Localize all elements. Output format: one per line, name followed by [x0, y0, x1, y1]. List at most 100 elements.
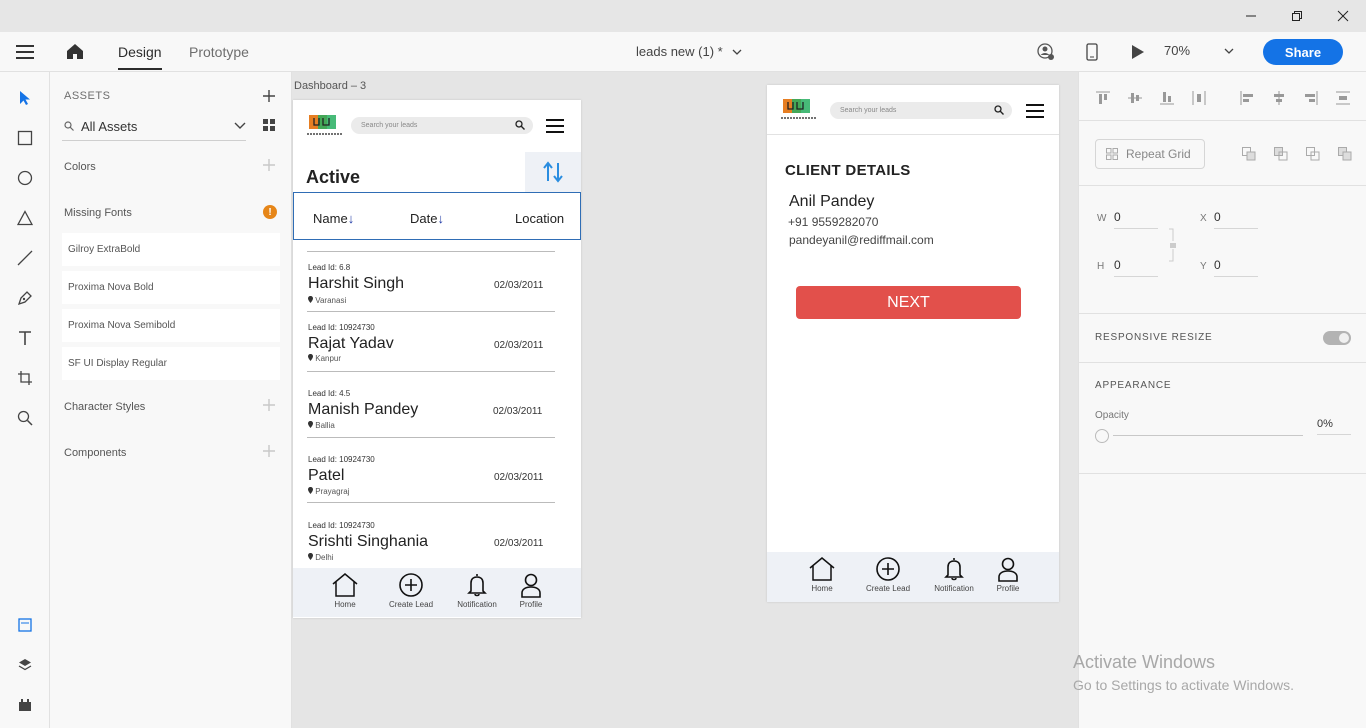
missing-font-item[interactable]: Proxima Nova Semibold [62, 309, 280, 342]
distribute-horizontal-icon[interactable] [1191, 90, 1207, 106]
play-preview-button[interactable] [1131, 44, 1145, 65]
align-right-icon[interactable] [1303, 90, 1319, 106]
lead-item[interactable]: Lead Id: 10924730 Patel 02/03/2011 Praya… [307, 452, 555, 503]
lead-item[interactable]: Lead Id: 6.8 Harshit Singh 02/03/2011 Va… [307, 260, 555, 312]
missing-font-item[interactable]: Proxima Nova Bold [62, 271, 280, 304]
home-button[interactable] [66, 43, 84, 65]
date-column-header[interactable]: Date↓ [410, 211, 444, 226]
hamburger-icon[interactable] [1026, 104, 1044, 118]
align-center-icon[interactable] [1271, 90, 1287, 106]
lead-date: 02/03/2011 [494, 340, 544, 351]
hamburger-menu-button[interactable] [16, 45, 34, 64]
opacity-slider-track[interactable] [1113, 435, 1303, 436]
align-bottom-icon[interactable] [1159, 90, 1175, 106]
text-tool[interactable] [15, 328, 35, 348]
lead-location: Prayagraj [308, 487, 349, 496]
location-pin-icon [308, 553, 313, 560]
hamburger-icon[interactable] [546, 119, 564, 133]
align-middle-icon[interactable] [1127, 90, 1143, 106]
next-button[interactable]: NEXT [796, 286, 1021, 319]
ellipse-tool[interactable] [15, 168, 35, 188]
grid-view-button[interactable] [263, 119, 275, 131]
name-column-header[interactable]: Name↓ [313, 211, 354, 226]
responsive-resize-toggle[interactable] [1323, 331, 1351, 345]
location-pin-icon [308, 421, 313, 428]
zoom-dropdown[interactable]: 70% [1164, 43, 1234, 58]
close-button[interactable] [1333, 6, 1353, 26]
nav-create-lead[interactable]: Create Lead [858, 556, 918, 593]
lead-date: 02/03/2011 [494, 280, 544, 291]
restore-button[interactable] [1287, 6, 1307, 26]
boolean-subtract-icon[interactable] [1274, 147, 1288, 161]
pen-tool[interactable] [15, 288, 35, 308]
artboard-label[interactable]: Dashboard – 3 [294, 80, 366, 92]
add-component-button[interactable] [263, 445, 275, 457]
align-top-icon[interactable] [1095, 90, 1111, 106]
nav-home[interactable]: Home [315, 572, 375, 609]
opacity-slider-handle[interactable] [1095, 429, 1109, 443]
layers-panel-toggle[interactable] [15, 655, 35, 675]
lead-item[interactable]: Lead Id: 10924730 Srishti Singhania 02/0… [307, 518, 555, 569]
lock-aspect-icon[interactable] [1168, 227, 1176, 263]
nav-profile[interactable]: Profile [501, 572, 561, 609]
repeat-grid-button[interactable]: Repeat Grid [1095, 139, 1205, 169]
triangle-icon [17, 210, 33, 226]
chevron-down-icon [732, 49, 742, 55]
add-character-style-button[interactable] [263, 399, 275, 411]
missing-font-item[interactable]: Gilroy ExtraBold [62, 233, 280, 266]
rectangle-tool[interactable] [15, 128, 35, 148]
opacity-input[interactable]: 0% [1317, 418, 1351, 435]
distribute-vertical-icon[interactable] [1335, 90, 1351, 106]
nav-label: Create Lead [865, 584, 911, 593]
width-input[interactable]: 0 [1114, 210, 1158, 229]
character-styles-label[interactable]: Character Styles [64, 401, 145, 413]
lead-item[interactable]: Lead Id: 10924730 Rajat Yadav 02/03/2011… [307, 320, 555, 372]
plugins-panel-toggle[interactable] [15, 695, 35, 715]
y-input[interactable]: 0 [1214, 258, 1258, 277]
line-tool[interactable] [15, 248, 35, 268]
minimize-button[interactable] [1241, 6, 1261, 26]
boolean-add-icon[interactable] [1242, 147, 1256, 161]
dashboard-artboard[interactable]: Search your leads Active Name↓ Date↓ Loc… [293, 100, 581, 618]
hamburger-icon [16, 45, 34, 59]
asset-filter-dropdown[interactable]: All Assets [62, 116, 246, 141]
bell-icon [467, 574, 487, 597]
nav-profile[interactable]: Profile [978, 556, 1038, 593]
tab-prototype[interactable]: Prototype [189, 44, 249, 60]
properties-panel: Repeat Grid W 0 X 0 H 0 Y 0 RESPONSIVE R… [1078, 72, 1366, 728]
assets-panel-toggle[interactable] [15, 615, 35, 635]
client-phone: +91 9559282070 [788, 215, 879, 229]
add-asset-button[interactable] [263, 90, 275, 102]
search-input[interactable]: Search your leads [351, 117, 533, 134]
boolean-exclude-icon[interactable] [1338, 147, 1352, 161]
select-tool[interactable] [15, 88, 35, 108]
lead-item[interactable]: Lead Id: 4.5 Manish Pandey 02/03/2011 Ba… [307, 386, 555, 438]
share-button[interactable]: Share [1263, 39, 1343, 65]
document-title[interactable]: leads new (1) * [636, 44, 742, 59]
device-preview-button[interactable] [1086, 43, 1098, 66]
search-input[interactable]: Search your leads [830, 102, 1012, 119]
nav-notification[interactable]: Notification [924, 556, 984, 593]
missing-fonts-label[interactable]: Missing Fonts [64, 207, 132, 219]
nav-create-lead[interactable]: Create Lead [381, 572, 441, 609]
add-color-button[interactable] [263, 159, 275, 171]
divider [1079, 120, 1366, 121]
zoom-tool[interactable] [15, 408, 35, 428]
bottom-navigation: Home Create Lead Notification Profile [293, 568, 581, 617]
height-input[interactable]: 0 [1114, 258, 1158, 277]
share-user-button[interactable] [1037, 43, 1055, 66]
nav-notification[interactable]: Notification [447, 572, 507, 609]
location-column-header[interactable]: Location [515, 211, 564, 226]
colors-section-label[interactable]: Colors [64, 161, 96, 173]
client-details-artboard[interactable]: Search your leads CLIENT DETAILS Anil Pa… [767, 85, 1059, 602]
artboard-tool[interactable] [15, 368, 35, 388]
components-label[interactable]: Components [64, 447, 126, 459]
sort-button[interactable] [525, 152, 581, 192]
nav-home[interactable]: Home [792, 556, 852, 593]
x-input[interactable]: 0 [1214, 210, 1258, 229]
missing-font-item[interactable]: SF UI Display Regular [62, 347, 280, 380]
align-left-icon[interactable] [1239, 90, 1255, 106]
boolean-intersect-icon[interactable] [1306, 147, 1320, 161]
tab-design[interactable]: Design [118, 44, 162, 70]
polygon-tool[interactable] [15, 208, 35, 228]
